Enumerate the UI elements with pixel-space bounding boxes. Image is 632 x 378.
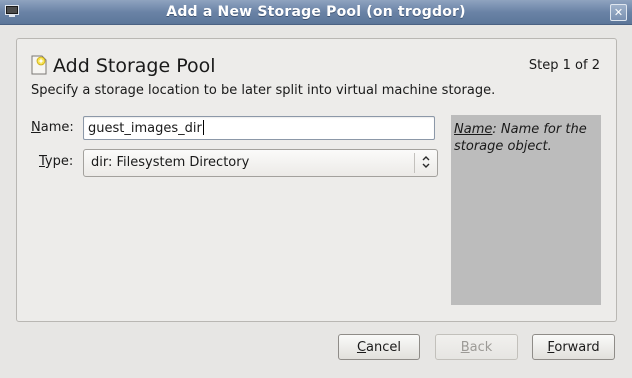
back-mnemonic: B bbox=[460, 340, 470, 355]
window-title: Add a New Storage Pool (on trogdor) bbox=[166, 4, 466, 20]
name-field[interactable]: guest_images_dir bbox=[83, 116, 435, 140]
help-panel: Name: Name for the storage object. bbox=[451, 115, 601, 305]
type-label-rest: ype: bbox=[44, 154, 74, 169]
text-cursor bbox=[202, 120, 204, 135]
help-text: Name: Name for the storage object. bbox=[454, 121, 599, 155]
name-label-rest: ame: bbox=[40, 120, 74, 135]
storage-pool-icon bbox=[31, 55, 47, 75]
chevron-up-down-icon bbox=[422, 156, 430, 168]
forward-label: orward bbox=[554, 340, 600, 355]
cancel-button[interactable]: Cancel bbox=[338, 334, 420, 360]
name-field-value: guest_images_dir bbox=[88, 121, 202, 136]
cancel-label: ancel bbox=[366, 340, 402, 355]
type-label: Type: bbox=[39, 154, 73, 169]
page-title: Add Storage Pool bbox=[31, 55, 216, 77]
select-divider bbox=[414, 153, 415, 173]
back-label: ack bbox=[469, 340, 493, 355]
page-description: Specify a storage location to be later s… bbox=[31, 83, 496, 98]
step-indicator: Step 1 of 2 bbox=[528, 58, 600, 73]
wizard-page: Add Storage Pool Step 1 of 2 Specify a s… bbox=[16, 38, 617, 322]
page-title-text: Add Storage Pool bbox=[53, 55, 216, 77]
title-bar: Add a New Storage Pool (on trogdor) ✕ bbox=[0, 0, 632, 25]
type-select[interactable]: dir: Filesystem Directory bbox=[83, 149, 438, 177]
back-button[interactable]: Back bbox=[435, 334, 518, 360]
name-label-mnemonic: N bbox=[31, 120, 41, 135]
type-select-value: dir: Filesystem Directory bbox=[91, 155, 250, 170]
cancel-mnemonic: C bbox=[356, 340, 367, 355]
name-label: Name: bbox=[31, 120, 74, 135]
help-term: Name bbox=[454, 122, 493, 137]
close-icon[interactable]: ✕ bbox=[610, 4, 627, 21]
forward-button[interactable]: Forward bbox=[532, 334, 615, 360]
